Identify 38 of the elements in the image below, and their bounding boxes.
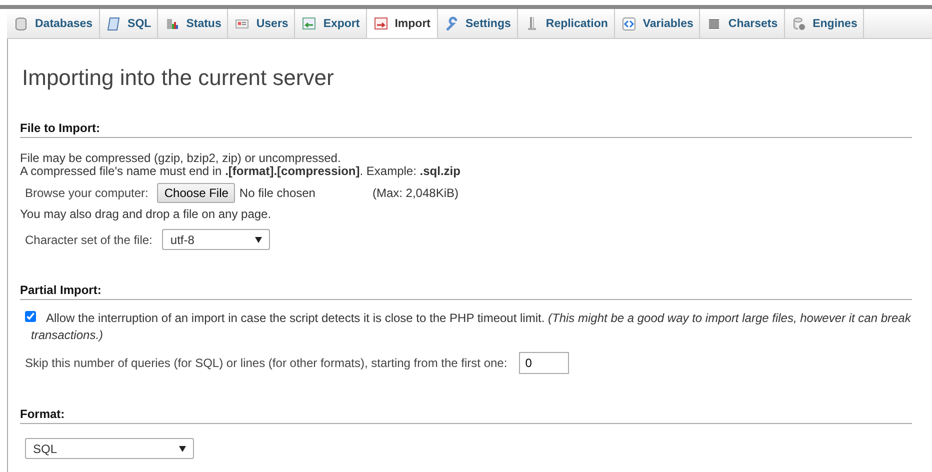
tab[interactable]: Charsets: [700, 9, 785, 38]
caret-icon: [255, 236, 262, 242]
tab-icon: [620, 16, 637, 32]
tab[interactable]: Databases: [7, 9, 100, 38]
tab[interactable]: Replication: [518, 9, 615, 38]
skip-label: Skip this number of queries (for SQL) or lines (for other formats), starting from the first one:: [25, 356, 508, 370]
charset-dropdown[interactable]: utf-8: [162, 229, 270, 250]
tab-icon: [372, 16, 389, 32]
compression-note: File may be compressed (gzip, bzip2, zip) or uncompressed.: [20, 152, 342, 165]
drag-note: You may also drag and drop a file on any page.: [20, 208, 272, 221]
file-status: No file chosen: [239, 186, 316, 200]
choose-file-button[interactable]: Choose File: [157, 183, 236, 203]
tab-icon: [790, 16, 807, 32]
filename-note: A compressed file's name must end in .[format].[compression]. Example: .sql.zip: [20, 165, 462, 178]
tab[interactable]: Users: [228, 9, 296, 38]
tab[interactable]: Variables: [614, 9, 700, 38]
max-size: (Max: 2,048KiB): [372, 186, 459, 200]
tab-icon: [301, 16, 318, 32]
interrupt-checkbox[interactable]: [25, 311, 36, 322]
tab[interactable]: Settings: [438, 9, 518, 38]
tab[interactable]: SQL: [100, 9, 158, 38]
tab-icon: [106, 16, 122, 32]
section-heading: Partial Import:: [20, 283, 912, 300]
tab[interactable]: Status: [158, 9, 228, 38]
interrupt-label: Allow the interruption of an import in case the script detects it is close to the PHP timeout limit. (This might be a good way to import large files, however it can break transactions.): [31, 310, 912, 344]
tab-icon: [444, 16, 460, 32]
skip-input[interactable]: 0: [519, 352, 570, 374]
tab[interactable]: Import: [366, 9, 438, 38]
tab-icon: [13, 16, 29, 32]
format-dropdown[interactable]: SQL: [25, 438, 194, 459]
tab[interactable]: Export: [295, 9, 367, 38]
charset-label: Character set of the file:: [25, 232, 152, 246]
section-heading: Format:: [20, 407, 912, 424]
tab[interactable]: Engines: [784, 9, 864, 38]
caret-icon: [179, 446, 186, 452]
page-title: Importing into the current server: [21, 64, 335, 92]
section-heading: File to Import:: [20, 121, 912, 138]
browse-label: Browse your computer:: [25, 186, 148, 200]
